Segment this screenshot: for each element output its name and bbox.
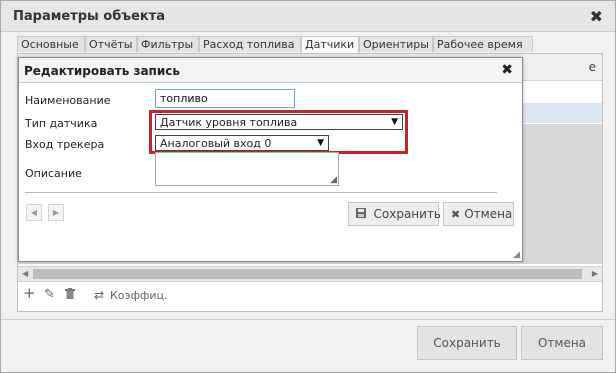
chevron-down-icon: ▼ <box>391 117 398 127</box>
x-icon: ✖ <box>451 208 461 221</box>
grid-toolbar: + ✎ ⇄ Коэффиц. <box>18 282 602 310</box>
tab-work-time[interactable]: Рабочее время <box>433 36 533 52</box>
resize-grip-icon[interactable]: ◢ <box>330 175 337 185</box>
dialog-divider <box>25 192 497 193</box>
trash-icon[interactable] <box>65 288 75 299</box>
tab-main[interactable]: Основные <box>17 36 85 52</box>
window-title-bar: Параметры объекта ✖ <box>1 1 615 32</box>
tracker-input-select[interactable]: Аналоговый вход 0 ▼ <box>155 135 329 151</box>
cancel-button[interactable]: Отмена <box>521 326 603 360</box>
close-icon[interactable]: ✖ <box>501 62 513 78</box>
sensor-type-value: Датчик уровня топлива <box>160 116 298 129</box>
edit-record-dialog: Редактировать запись ✖ Наименование Тип … <box>18 57 523 262</box>
description-field[interactable]: ◢ <box>155 152 339 186</box>
tab-reports[interactable]: Отчёты <box>85 36 137 52</box>
dialog-cancel-label: Отмена <box>464 207 513 221</box>
tab-sensors[interactable]: Датчики <box>301 36 359 53</box>
dialog-save-label: Сохранить <box>373 207 442 221</box>
tab-landmarks[interactable]: Ориентиры <box>359 36 433 52</box>
tab-filters[interactable]: Фильтры <box>137 36 199 52</box>
coefficient-button[interactable]: Коэффиц. <box>110 289 168 302</box>
scroll-right-icon[interactable]: ▶ <box>592 269 598 278</box>
dialog-cancel-button[interactable]: ✖ Отмена <box>443 202 514 226</box>
plus-icon[interactable]: + <box>23 286 36 301</box>
next-record-button[interactable]: ▶ <box>48 204 64 221</box>
dialog-title: Редактировать запись <box>24 64 180 78</box>
dialog-resize-grip-icon[interactable]: ◢ <box>513 250 520 260</box>
tracker-input-value: Аналоговый вход 0 <box>160 137 272 150</box>
name-label: Наименование <box>25 94 111 107</box>
sensor-type-select[interactable]: Датчик уровня топлива ▼ <box>155 114 403 130</box>
footer-divider <box>1 319 615 320</box>
tab-fuel-consumption[interactable]: Расход топлива <box>199 36 301 52</box>
save-button[interactable]: Сохранить <box>417 326 517 360</box>
window-title: Параметры объекта <box>13 9 166 24</box>
tracker-input-label: Вход трекера <box>25 138 105 151</box>
scroll-left-icon[interactable]: ◀ <box>22 269 28 278</box>
grid-header-column[interactable]: е <box>589 60 596 74</box>
horizontal-scrollbar[interactable]: ◀ ▶ <box>18 266 602 282</box>
scrollbar-thumb[interactable] <box>33 269 582 279</box>
pencil-icon[interactable]: ✎ <box>44 288 55 302</box>
arrows-icon[interactable]: ⇄ <box>94 288 104 302</box>
dialog-save-button[interactable]: Сохранить <box>348 202 442 226</box>
dialog-title-bar: Редактировать запись ✖ <box>19 58 522 83</box>
chevron-down-icon: ▼ <box>317 138 324 148</box>
name-field[interactable] <box>155 89 295 108</box>
close-icon[interactable]: ✖ <box>590 7 603 26</box>
sensor-type-label: Тип датчика <box>25 117 98 130</box>
floppy-disk-icon <box>356 208 370 221</box>
prev-record-button[interactable]: ◀ <box>26 204 42 221</box>
description-label: Описание <box>25 167 82 180</box>
